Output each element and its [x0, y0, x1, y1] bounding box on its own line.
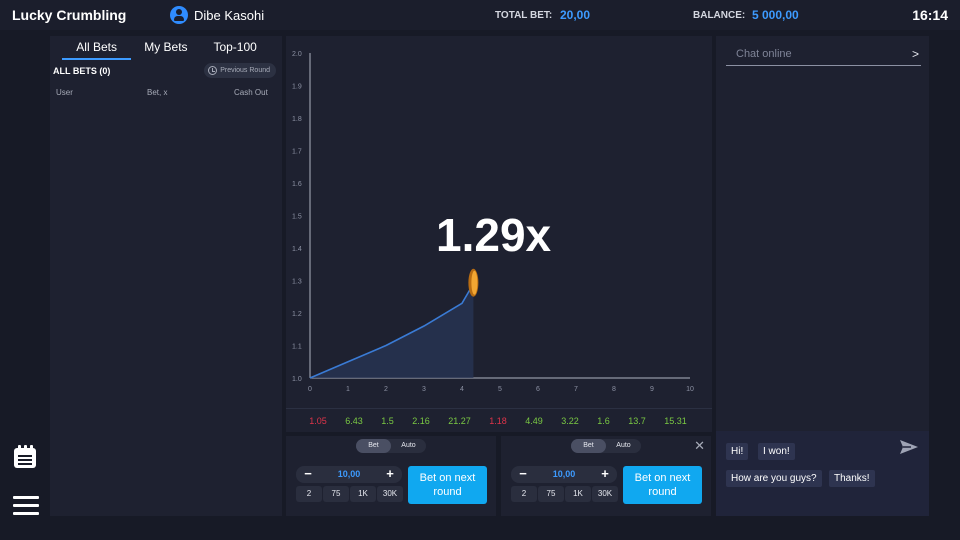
- x-tick-label: 9: [650, 386, 654, 393]
- column-bet: Bet, x: [147, 88, 168, 97]
- chevron-right-icon[interactable]: >: [912, 47, 919, 61]
- history-multiplier: 3.22: [561, 415, 579, 426]
- balance-label: BALANCE:: [693, 10, 746, 21]
- tab-top-100[interactable]: Top-100: [201, 36, 270, 60]
- history-multiplier: 21.27: [448, 415, 471, 426]
- amount-stepper: − 10,00 +: [296, 466, 402, 483]
- bet-panel-2: Bet Auto ✕ − 10,00 + 2 75 1K 30K Bet on …: [501, 436, 711, 516]
- history-multiplier: 1.18: [489, 415, 507, 426]
- y-tick-label: 1.8: [292, 116, 302, 123]
- quick-amount-button[interactable]: 75: [323, 486, 349, 502]
- x-tick-label: 3: [422, 386, 426, 393]
- mode-bet[interactable]: Bet: [571, 439, 606, 453]
- mode-auto[interactable]: Auto: [606, 439, 641, 453]
- quick-amount-button[interactable]: 1K: [350, 486, 376, 502]
- quick-amount-button[interactable]: 2: [296, 486, 322, 502]
- x-tick-label: 1: [346, 386, 350, 393]
- history-multiplier: 2.16: [412, 415, 430, 426]
- decrease-button[interactable]: −: [298, 466, 318, 483]
- quick-message-chip[interactable]: How are you guys?: [726, 470, 822, 487]
- history-multiplier: 1.6: [597, 415, 610, 426]
- quick-message-chip[interactable]: Hi!: [726, 443, 749, 460]
- history-multiplier: 1.5: [381, 415, 394, 426]
- column-cash-out: Cash Out: [234, 88, 268, 97]
- x-tick-label: 6: [536, 386, 540, 393]
- tab-all-bets[interactable]: All Bets: [62, 36, 132, 60]
- user-circle-icon: [170, 6, 188, 24]
- x-tick-label: 8: [612, 386, 616, 393]
- history-multiplier: 1.05: [309, 415, 327, 426]
- round-history: 1.05 6.43 1.5 2.16 21.27 1.18 4.49 3.22 1.6 13.7 1…: [286, 408, 712, 432]
- quick-amount-button[interactable]: 1K: [565, 486, 591, 502]
- quick-amount-button[interactable]: 75: [538, 486, 564, 502]
- y-tick-label: 1.5: [292, 214, 302, 221]
- increase-button[interactable]: +: [380, 466, 400, 483]
- user-profile[interactable]: Dibe Kasohi: [170, 6, 264, 24]
- coin-icon: [468, 268, 479, 297]
- y-tick-label: 1.9: [292, 84, 302, 91]
- brand-title: Lucky Crumbling: [12, 7, 127, 23]
- bets-panel: All Bets My Bets Top-100 ALL BETS (0) Pr…: [50, 36, 282, 516]
- balance-value: 5 000,00: [752, 8, 799, 22]
- bet-next-round-button[interactable]: Bet on next round: [408, 466, 487, 504]
- history-multiplier: 15.31: [664, 415, 687, 426]
- amount-stepper: − 10,00 +: [511, 466, 617, 483]
- chat-header[interactable]: Chat online >: [726, 44, 921, 66]
- x-tick-label: 5: [498, 386, 502, 393]
- y-tick-label: 1.4: [292, 246, 302, 253]
- x-tick-label: 4: [460, 386, 464, 393]
- y-tick-label: 1.6: [292, 181, 302, 188]
- bet-mode-toggle: Bet Auto: [571, 439, 641, 453]
- total-bet-value: 20,00: [560, 8, 591, 22]
- bets-tabs: All Bets My Bets Top-100: [62, 36, 270, 60]
- quick-amount-button[interactable]: 30K: [377, 486, 403, 502]
- y-tick-label: 1.1: [292, 344, 302, 351]
- multiplier-value: 1.29x: [436, 209, 552, 261]
- previous-round-label: Previous Round: [220, 67, 270, 74]
- y-tick-label: 2.0: [292, 51, 302, 58]
- y-tick-label: 1.7: [292, 149, 302, 156]
- bet-amount[interactable]: 10,00: [320, 466, 378, 483]
- x-tick-label: 7: [574, 386, 578, 393]
- history-multiplier: 4.49: [525, 415, 543, 426]
- top-bar: Lucky Crumbling Dibe Kasohi TOTAL BET: 2…: [0, 0, 960, 30]
- y-tick-label: 1.0: [292, 376, 302, 383]
- clock: 16:14: [912, 7, 948, 23]
- calendar-icon[interactable]: [13, 445, 37, 469]
- chat-quick-messages: Hi! I won! How are you guys? Thanks!: [716, 431, 929, 516]
- bet-next-round-button[interactable]: Bet on next round: [623, 466, 702, 504]
- x-tick-label: 10: [686, 386, 694, 393]
- bet-amount[interactable]: 10,00: [535, 466, 593, 483]
- quick-message-chip[interactable]: I won!: [758, 443, 795, 460]
- quick-amount-button[interactable]: 2: [511, 486, 537, 502]
- tab-my-bets[interactable]: My Bets: [131, 36, 200, 60]
- series-area: [310, 283, 474, 378]
- column-user: User: [56, 88, 73, 97]
- bet-panel-1: Bet Auto − 10,00 + 2 75 1K 30K Bet on ne…: [286, 436, 496, 516]
- total-bet-label: TOTAL BET:: [495, 10, 553, 21]
- history-multiplier: 6.43: [345, 415, 363, 426]
- chat-panel: Chat online > Hi! I won! How are you guy…: [716, 36, 929, 516]
- history-multiplier: 13.7: [628, 415, 646, 426]
- mode-auto[interactable]: Auto: [391, 439, 426, 453]
- username: Dibe Kasohi: [194, 7, 265, 23]
- bet-mode-toggle: Bet Auto: [356, 439, 426, 453]
- previous-round-button[interactable]: Previous Round: [204, 63, 276, 78]
- game-area: 1.0 1.1 1.2 1.3 1.4 1.5 1.6 1.7 1.8 1.9 2.0 0 1 2 3 4 5 6…: [286, 36, 712, 432]
- x-tick-label: 2: [384, 386, 388, 393]
- y-tick-label: 1.2: [292, 311, 302, 318]
- quick-amount-button[interactable]: 30K: [592, 486, 618, 502]
- chat-title: Chat online: [736, 48, 792, 60]
- quick-message-chip[interactable]: Thanks!: [829, 470, 875, 487]
- decrease-button[interactable]: −: [513, 466, 533, 483]
- hamburger-menu-icon[interactable]: [13, 494, 39, 518]
- clock-icon: [208, 66, 218, 75]
- mode-bet[interactable]: Bet: [356, 439, 391, 453]
- all-bets-count: ALL BETS (0): [53, 66, 111, 76]
- y-tick-label: 1.3: [292, 279, 302, 286]
- x-tick-label: 0: [308, 386, 312, 393]
- send-icon[interactable]: [899, 439, 919, 455]
- increase-button[interactable]: +: [595, 466, 615, 483]
- close-icon[interactable]: ✕: [694, 438, 705, 454]
